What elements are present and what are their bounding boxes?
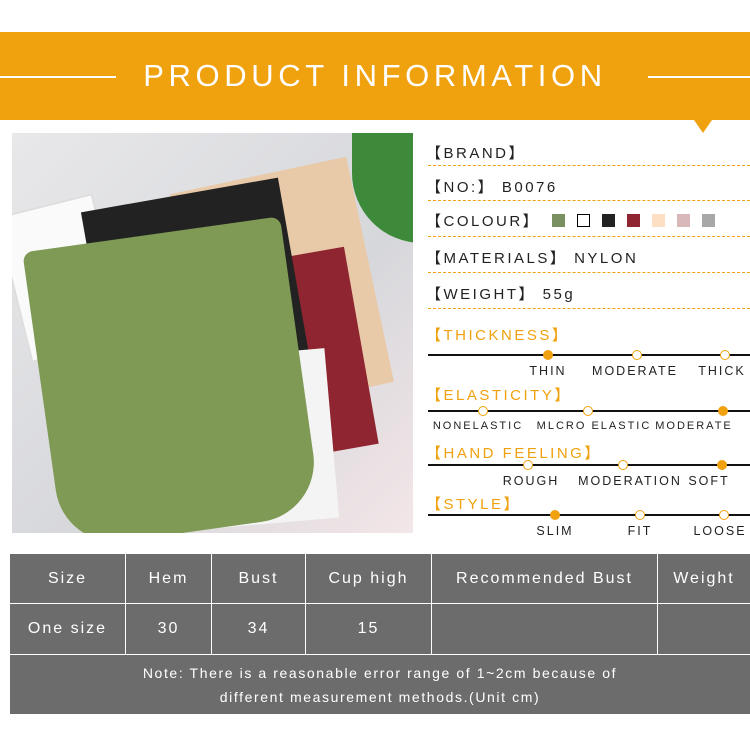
colour-label: 【COLOUR】	[426, 213, 541, 230]
size-table: Note: There is a reasonable error range …	[10, 554, 750, 714]
divider	[648, 76, 750, 78]
scale-title: 【HAND FEELING】	[426, 445, 602, 462]
table-header: Recommended Bust	[432, 554, 658, 604]
no-row: 【NO:】 B0076	[426, 176, 750, 197]
scale-dot	[618, 460, 628, 470]
scale-option: MODERATE	[655, 420, 733, 432]
table-header: Bust	[212, 554, 306, 604]
page-title: PRODUCT INFORMATION	[143, 58, 607, 93]
scale-dot	[635, 510, 645, 520]
no-label: 【NO:】	[426, 179, 496, 196]
table-header: Size	[10, 554, 126, 604]
scale-option: ROUGH	[502, 474, 560, 488]
scale-dot	[718, 406, 728, 416]
scale-dot	[543, 350, 553, 360]
weight-value: 55g	[542, 286, 576, 303]
materials-row: 【MATERIALS】 NYLON	[426, 247, 750, 268]
colour-swatch[interactable]	[577, 214, 591, 227]
scale-option: MODERATE	[592, 364, 678, 378]
scale-option: THICK	[698, 364, 746, 378]
scale-dot	[632, 350, 642, 360]
scale-track	[428, 464, 750, 466]
scale-track	[428, 514, 750, 516]
scale-title: 【ELASTICITY】	[426, 387, 572, 404]
note-line: Note: There is a reasonable error range …	[142, 665, 618, 681]
no-value: B0076	[501, 179, 558, 196]
table-cell: One size	[10, 604, 126, 655]
table-cell: 34	[212, 604, 306, 655]
scale-title: 【STYLE】	[426, 496, 522, 513]
note-line: different measurement methods.(Unit cm)	[219, 689, 541, 705]
colour-swatch[interactable]	[677, 214, 691, 227]
scale-option: THIN	[529, 364, 567, 378]
pointer-triangle	[694, 120, 712, 133]
colour-swatch[interactable]	[652, 214, 666, 227]
scale-option: SLIM	[536, 524, 574, 538]
scale-option: MODERATION	[578, 474, 682, 488]
table-header: Cup high	[306, 554, 432, 604]
table-header: Hem	[126, 554, 212, 604]
scale-dot	[523, 460, 533, 470]
table-cell	[658, 604, 750, 655]
colour-swatch[interactable]	[702, 214, 716, 227]
scale-option: NONELASTIC	[432, 420, 524, 432]
table-cell	[432, 604, 658, 655]
weight-label: 【WEIGHT】	[426, 286, 536, 303]
table-header: Weight	[658, 554, 750, 604]
scale-dot	[583, 406, 593, 416]
scale-title: 【THICKNESS】	[426, 327, 570, 344]
weight-row: 【WEIGHT】 55g	[426, 283, 750, 304]
brand-row: 【BRAND】	[426, 142, 750, 163]
scale-dot	[719, 510, 729, 520]
product-photo	[12, 133, 413, 533]
scale-dot	[478, 406, 488, 416]
scale-dot	[717, 460, 727, 470]
scale-dot	[720, 350, 730, 360]
table-cell: 30	[126, 604, 212, 655]
colour-swatch[interactable]	[627, 214, 641, 227]
scale-track	[428, 354, 750, 356]
scale-option: FIT	[627, 524, 653, 538]
scale-option: LOOSE	[693, 524, 747, 538]
scale-option: SOFT	[688, 474, 730, 488]
colour-swatch[interactable]	[552, 214, 566, 227]
scale-dot	[550, 510, 560, 520]
colour-row: 【COLOUR】	[426, 210, 750, 231]
scale-option: MLCRO ELASTIC	[536, 420, 652, 432]
brand-label: 【BRAND】	[426, 145, 527, 162]
table-note: Note: There is a reasonable error range …	[10, 655, 750, 709]
materials-label: 【MATERIALS】	[426, 250, 568, 267]
table-cell: 15	[306, 604, 432, 655]
colour-swatch[interactable]	[602, 214, 616, 227]
materials-value: NYLON	[574, 250, 639, 267]
header-banner: PRODUCT INFORMATION	[0, 32, 750, 120]
